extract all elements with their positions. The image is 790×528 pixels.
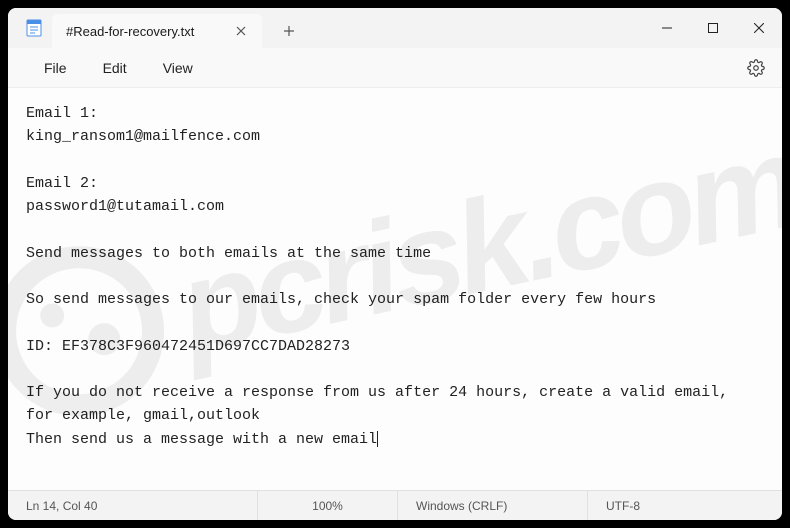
maximize-button[interactable] [690, 8, 736, 48]
text-line [26, 149, 764, 172]
menu-edit[interactable]: Edit [85, 54, 145, 82]
status-zoom[interactable]: 100% [258, 491, 398, 520]
text-line: ID: EF378C3F960472451D697CC7DAD28273 [26, 335, 764, 358]
text-line: Send messages to both emails at the same… [26, 242, 764, 265]
titlebar: #Read-for-recovery.txt [8, 8, 782, 48]
text-caret [377, 431, 378, 447]
text-line [26, 265, 764, 288]
settings-button[interactable] [740, 52, 772, 84]
minimize-button[interactable] [644, 8, 690, 48]
menubar: File Edit View [8, 48, 782, 88]
status-line-ending[interactable]: Windows (CRLF) [398, 491, 588, 520]
text-line [26, 358, 764, 381]
text-line [26, 218, 764, 241]
text-editor[interactable]: Email 1:king_ransom1@mailfence.com Email… [8, 88, 782, 490]
tab-active[interactable]: #Read-for-recovery.txt [52, 14, 262, 48]
close-tab-button[interactable] [230, 20, 252, 42]
text-line: king_ransom1@mailfence.com [26, 125, 764, 148]
status-position: Ln 14, Col 40 [8, 491, 258, 520]
text-line: Then send us a message with a new email [26, 428, 764, 451]
text-line: So send messages to our emails, check yo… [26, 288, 764, 311]
text-line: Email 1: [26, 102, 764, 125]
text-line: password1@tutamail.com [26, 195, 764, 218]
window-controls [644, 8, 782, 48]
menu-view[interactable]: View [145, 54, 211, 82]
tab-strip: #Read-for-recovery.txt [8, 8, 306, 48]
status-encoding[interactable]: UTF-8 [588, 491, 782, 520]
text-line: Email 2: [26, 172, 764, 195]
statusbar: Ln 14, Col 40 100% Windows (CRLF) UTF-8 [8, 490, 782, 520]
new-tab-button[interactable] [272, 14, 306, 48]
notepad-icon [24, 18, 44, 38]
text-line: If you do not receive a response from us… [26, 381, 764, 428]
notepad-window: #Read-for-recovery.txt [8, 8, 782, 520]
close-window-button[interactable] [736, 8, 782, 48]
tab-title: #Read-for-recovery.txt [66, 24, 194, 39]
text-line [26, 311, 764, 334]
menu-file[interactable]: File [26, 54, 85, 82]
